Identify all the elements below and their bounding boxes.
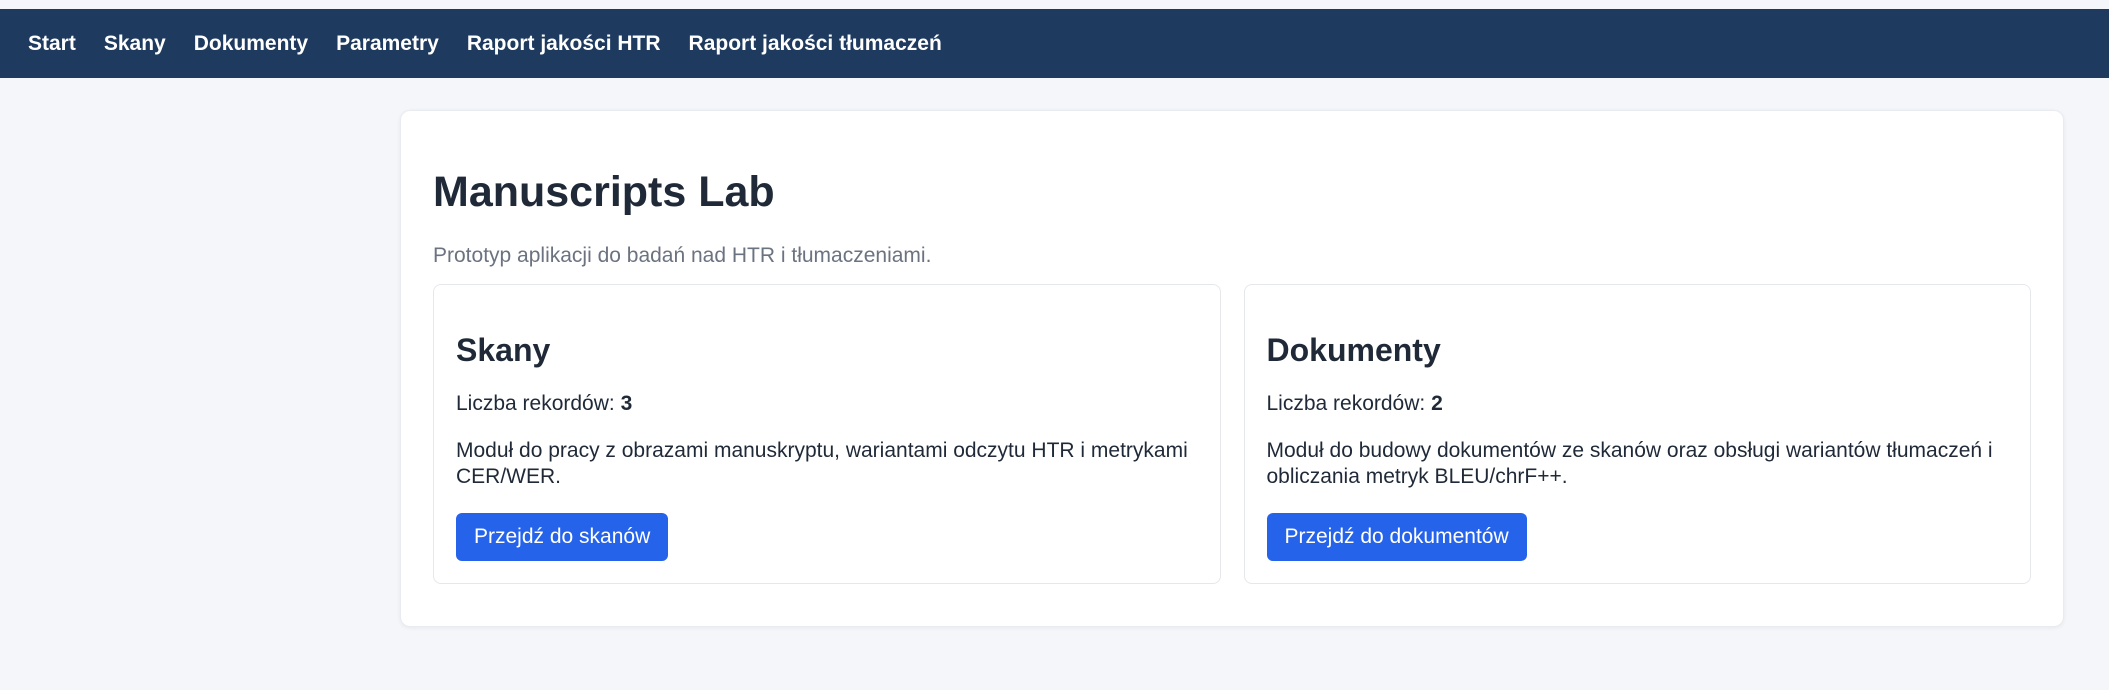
- record-count-label: Liczba rekordów:: [1266, 392, 1426, 416]
- record-count-label: Liczba rekordów:: [456, 392, 615, 416]
- record-count: Liczba rekordów: 2: [1267, 392, 2009, 416]
- module-description: Moduł do pracy z obrazami manuskryptu, w…: [456, 439, 1188, 488]
- nav-link-dokumenty[interactable]: Dokumenty: [194, 32, 308, 56]
- module-cards: Skany Liczba rekordów: 3 Moduł do pracy …: [433, 284, 2031, 585]
- go-to-scans-button[interactable]: Przejdź do skanów: [456, 512, 669, 561]
- page-subtitle: Prototyp aplikacji do badań nad HTR i tł…: [433, 244, 932, 268]
- nav-link-raport-htr[interactable]: Raport jakości HTR: [467, 32, 661, 56]
- nav-link-start[interactable]: Start: [28, 32, 76, 56]
- top-strip: [0, 0, 2109, 9]
- nav-link-raport-tlumaczen[interactable]: Raport jakości tłumaczeń: [689, 32, 942, 56]
- module-title: Skany: [456, 332, 551, 369]
- main-card: Manuscripts Lab Prototyp aplikacji do ba…: [400, 110, 2064, 627]
- page-title: Manuscripts Lab: [433, 168, 775, 216]
- nav-link-skany[interactable]: Skany: [104, 32, 166, 56]
- record-count-value: 2: [1431, 392, 1443, 416]
- module-title: Dokumenty: [1266, 332, 1441, 369]
- module-card-skany: Skany Liczba rekordów: 3 Moduł do pracy …: [433, 284, 1221, 585]
- go-to-documents-button[interactable]: Przejdź do dokumentów: [1266, 512, 1527, 561]
- module-card-dokumenty: Dokumenty Liczba rekordów: 2 Moduł do bu…: [1243, 284, 2031, 585]
- top-navbar: Start Skany Dokumenty Parametry Raport j…: [0, 9, 2109, 78]
- module-description: Moduł do budowy dokumentów ze skanów ora…: [1266, 439, 1993, 488]
- record-count: Liczba rekordów: 3: [456, 392, 1198, 416]
- nav-link-parametry[interactable]: Parametry: [336, 32, 439, 56]
- record-count-value: 3: [620, 392, 633, 416]
